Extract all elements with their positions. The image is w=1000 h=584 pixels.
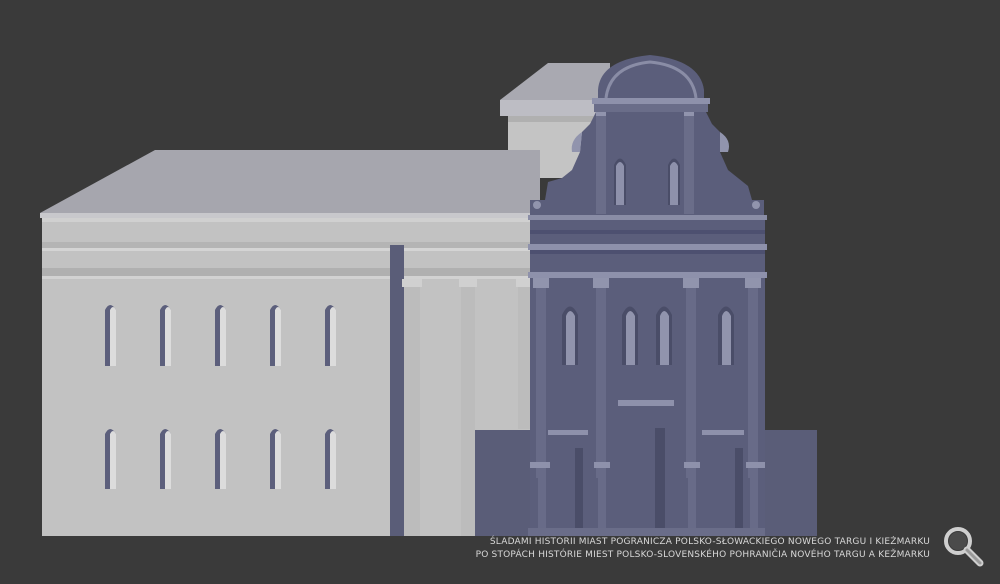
3d-model-viewport[interactable] [0, 0, 1000, 584]
caption-line-1: ŚLADAMI HISTORII MIAST POGRANICZA POLSKO… [489, 537, 930, 547]
main-roof [40, 150, 540, 218]
side-wall [42, 218, 542, 536]
zoom-button[interactable] [938, 522, 988, 572]
magnifier-icon [944, 527, 984, 567]
caption-line-2: PO STOPÁCH HISTÓRIE MIEST POLSKO-SLOVENS… [475, 550, 930, 560]
